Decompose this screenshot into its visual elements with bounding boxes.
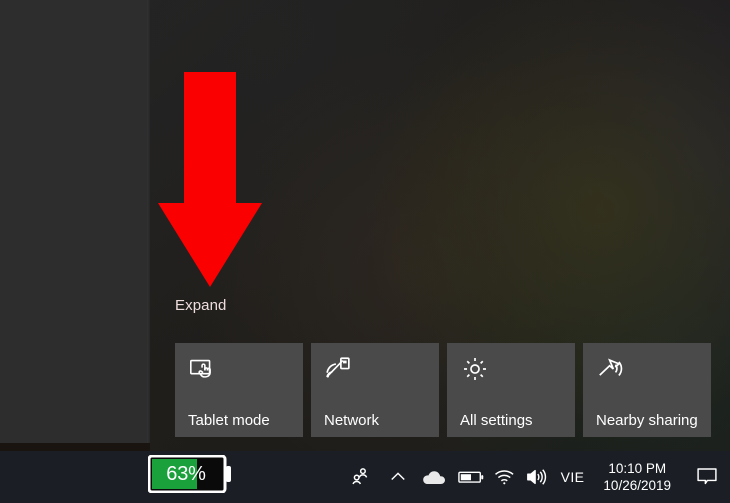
expand-link[interactable]: Expand [175,297,226,314]
language-indicator[interactable]: VIE [552,469,594,485]
volume-icon[interactable] [520,451,552,503]
tablet-mode-icon [188,354,218,384]
taskbar: VIE 10:10 PM 10/26/2019 [0,451,730,503]
quick-action-tile-network[interactable]: Network [311,343,439,437]
quick-action-tile-all-settings[interactable]: All settings [447,343,575,437]
screen: Expand Tablet mode Network All settings … [0,0,730,503]
clock-time: 10:10 PM [608,461,667,476]
system-tray: VIE 10:10 PM 10/26/2019 [340,451,730,503]
battery-percent-label: 63% [166,462,206,485]
people-icon[interactable] [340,451,380,503]
onedrive-cloud-icon[interactable] [416,451,452,503]
battery-percent-callout: 63% [148,455,232,493]
quick-action-label: Network [324,412,380,429]
chevron-up-icon[interactable] [380,451,416,503]
gear-icon [460,354,490,384]
nearby-sharing-icon [596,354,626,384]
clock[interactable]: 10:10 PM 10/26/2019 [593,460,683,494]
action-center-icon[interactable] [683,451,730,503]
quick-action-tile-nearby-sharing[interactable]: Nearby sharing [583,343,711,437]
desktop-background [0,0,150,443]
quick-action-tile-tablet-mode[interactable]: Tablet mode [175,343,303,437]
quick-action-label: All settings [460,412,533,429]
quick-action-label: Tablet mode [188,412,270,429]
quick-actions-grid: Tablet mode Network All settings Nearby … [175,343,711,437]
wifi-icon[interactable] [490,451,520,503]
quick-action-label: Nearby sharing [596,412,698,429]
clock-date: 10/26/2019 [603,478,671,493]
battery-icon[interactable] [452,451,490,503]
network-icon [324,354,354,384]
